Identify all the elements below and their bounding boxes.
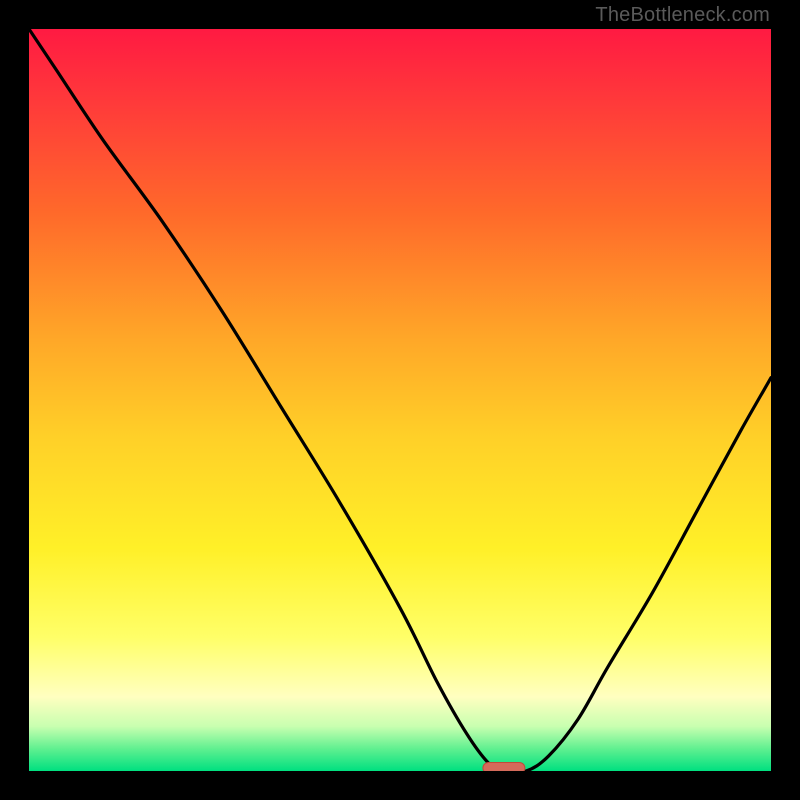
optimal-marker <box>483 763 525 772</box>
bottleneck-curve <box>29 29 771 771</box>
watermark-text: TheBottleneck.com <box>595 4 770 27</box>
plot-area <box>29 29 771 771</box>
chart-svg <box>29 29 771 771</box>
chart-frame: TheBottleneck.com <box>0 0 800 800</box>
